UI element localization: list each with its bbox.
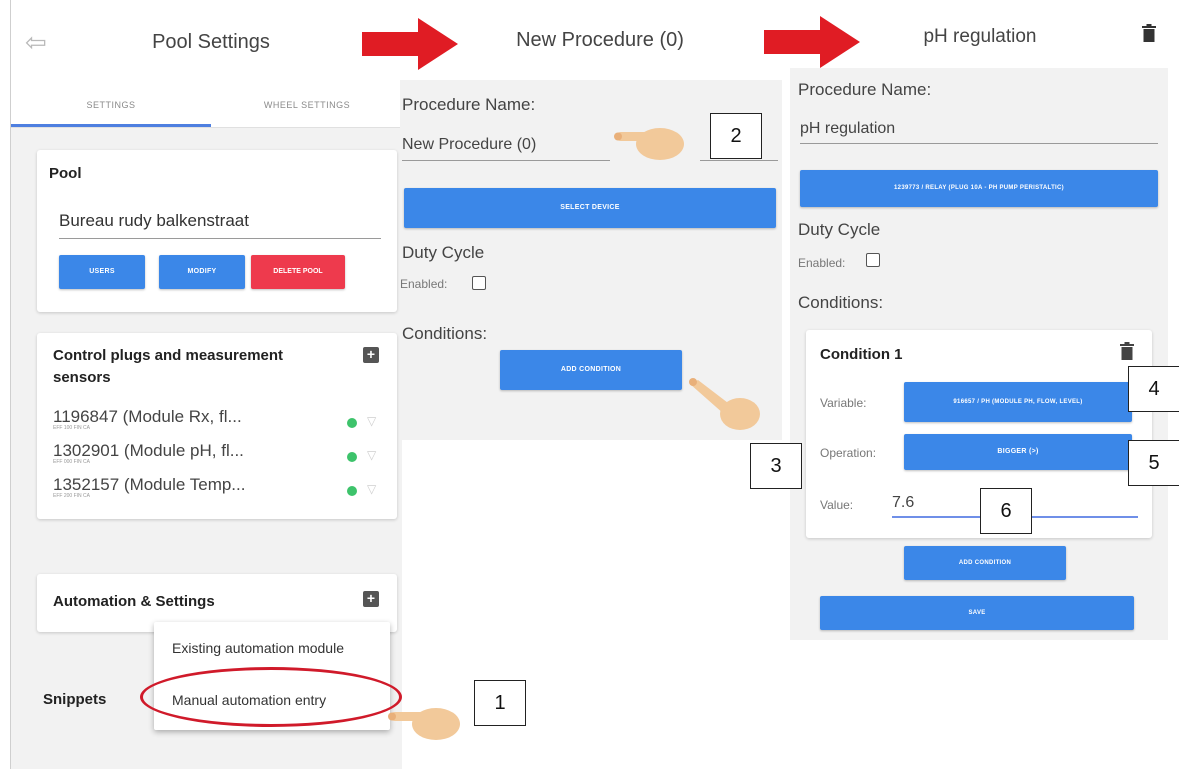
step-number-box: 2 bbox=[710, 113, 762, 159]
plug-subtext: EFF 200 FIN CA bbox=[53, 493, 90, 499]
app-header: ⇦ Pool Settings bbox=[11, 0, 403, 88]
duty-cycle-label: Duty Cycle bbox=[798, 220, 881, 239]
enabled-checkbox[interactable] bbox=[866, 253, 880, 267]
value-input[interactable]: 7.6 bbox=[892, 494, 914, 512]
page-title: New Procedure (0) bbox=[516, 29, 684, 51]
pointing-hand-icon bbox=[614, 128, 684, 160]
save-button[interactable]: SAVE bbox=[820, 596, 1134, 630]
back-arrow-icon[interactable]: ⇦ bbox=[25, 29, 51, 55]
page-title: Pool Settings bbox=[152, 31, 270, 53]
pool-card: Pool Bureau rudy balkenstraat USERS MODI… bbox=[37, 150, 397, 312]
online-status-dot bbox=[347, 486, 357, 496]
procedure-name-input[interactable]: pH regulation bbox=[800, 120, 895, 138]
input-underline bbox=[800, 143, 1158, 144]
plug-subtext: EFF 100 FIN CA bbox=[53, 425, 90, 431]
plug-name: 1352157 (Module Temp... bbox=[53, 475, 246, 494]
red-arrow-icon bbox=[362, 18, 458, 70]
plug-name: 1196847 (Module Rx, fl... bbox=[53, 407, 242, 426]
plug-list-item[interactable]: 1196847 (Module Rx, fl... EFF 100 FIN CA… bbox=[53, 407, 383, 437]
procedure-name-input[interactable]: New Procedure (0) bbox=[402, 136, 536, 154]
variable-select-button[interactable]: 916657 / PH (MODULE PH, FLOW, LEVEL) bbox=[904, 382, 1132, 422]
pool-card-title: Pool bbox=[49, 165, 82, 182]
wifi-icon: ▽ bbox=[367, 414, 377, 428]
procedure-name-label: Procedure Name: bbox=[402, 95, 536, 114]
step-number-box: 4 bbox=[1128, 366, 1179, 412]
wifi-icon: ▽ bbox=[367, 482, 377, 496]
add-automation-icon[interactable]: + bbox=[363, 591, 379, 607]
duty-cycle-label: Duty Cycle bbox=[402, 243, 485, 262]
trash-icon[interactable] bbox=[1120, 342, 1134, 360]
select-device-button[interactable]: SELECT DEVICE bbox=[404, 188, 776, 228]
add-condition-button[interactable]: ADD CONDITION bbox=[904, 546, 1066, 580]
conditions-label: Conditions: bbox=[402, 324, 488, 343]
input-underline bbox=[700, 160, 778, 161]
snippets-title: Snippets bbox=[43, 691, 107, 708]
ph-regulation-screen: pH regulation Procedure Name: pH regulat… bbox=[790, 0, 1168, 640]
delete-pool-button[interactable]: DELETE POOL bbox=[251, 255, 345, 289]
pointing-hand-icon bbox=[388, 708, 460, 740]
pool-name-field[interactable]: Bureau rudy balkenstraat bbox=[59, 211, 381, 239]
red-arrow-icon bbox=[764, 16, 860, 68]
value-label: Value: bbox=[820, 498, 854, 512]
condition-title: Condition 1 bbox=[820, 346, 903, 363]
variable-label: Variable: bbox=[820, 396, 867, 410]
tab-bar: SETTINGS WHEEL SETTINGS bbox=[11, 88, 403, 128]
step-number-box: 5 bbox=[1128, 440, 1179, 486]
device-button[interactable]: 1239773 / RELAY (PLUG 10A - PH PUMP PERI… bbox=[800, 170, 1158, 207]
conditions-label: Conditions: bbox=[798, 293, 884, 312]
wifi-icon: ▽ bbox=[367, 448, 377, 462]
procedure-name-label: Procedure Name: bbox=[798, 80, 932, 99]
users-button[interactable]: USERS bbox=[59, 255, 145, 289]
enabled-label: Enabled: bbox=[400, 277, 448, 291]
condition-card: Condition 1 Variable: 916657 / PH (MODUL… bbox=[806, 330, 1152, 538]
automation-card-title: Automation & Settings bbox=[53, 593, 215, 610]
step-number-box: 3 bbox=[750, 443, 802, 489]
input-underline bbox=[402, 160, 610, 161]
page-title: pH regulation bbox=[923, 26, 1037, 47]
add-plug-icon[interactable]: + bbox=[363, 347, 379, 363]
active-tab-indicator bbox=[11, 124, 211, 127]
plug-name: 1302901 (Module pH, fl... bbox=[53, 441, 244, 460]
menu-item-existing-automation[interactable]: Existing automation module bbox=[172, 640, 344, 656]
highlight-ellipse bbox=[140, 667, 402, 727]
online-status-dot bbox=[347, 418, 357, 428]
trash-icon[interactable] bbox=[1142, 24, 1156, 42]
add-condition-button[interactable]: ADD CONDITION bbox=[500, 350, 682, 390]
plug-list-item[interactable]: 1352157 (Module Temp... EFF 200 FIN CA ▽ bbox=[53, 475, 383, 505]
enabled-checkbox[interactable] bbox=[472, 276, 486, 290]
plugs-card-title-line1: Control plugs and measurement bbox=[53, 347, 284, 364]
plug-subtext: EFF 000 FIN CA bbox=[53, 459, 90, 465]
enabled-label: Enabled: bbox=[798, 256, 846, 270]
operation-label: Operation: bbox=[820, 446, 877, 460]
tab-settings[interactable]: SETTINGS bbox=[11, 88, 211, 126]
online-status-dot bbox=[347, 452, 357, 462]
pointing-hand-icon bbox=[689, 378, 760, 430]
modify-button[interactable]: MODIFY bbox=[159, 255, 245, 289]
plug-list-item[interactable]: 1302901 (Module pH, fl... EFF 000 FIN CA… bbox=[53, 441, 383, 471]
step-number-box: 6 bbox=[980, 488, 1032, 534]
plugs-card-title-line2: sensors bbox=[53, 369, 111, 386]
tab-wheel-settings[interactable]: WHEEL SETTINGS bbox=[211, 88, 403, 126]
control-plugs-card: Control plugs and measurement sensors + … bbox=[37, 333, 397, 519]
step-number-box: 1 bbox=[474, 680, 526, 726]
operation-select-button[interactable]: BIGGER (>) bbox=[904, 434, 1132, 470]
